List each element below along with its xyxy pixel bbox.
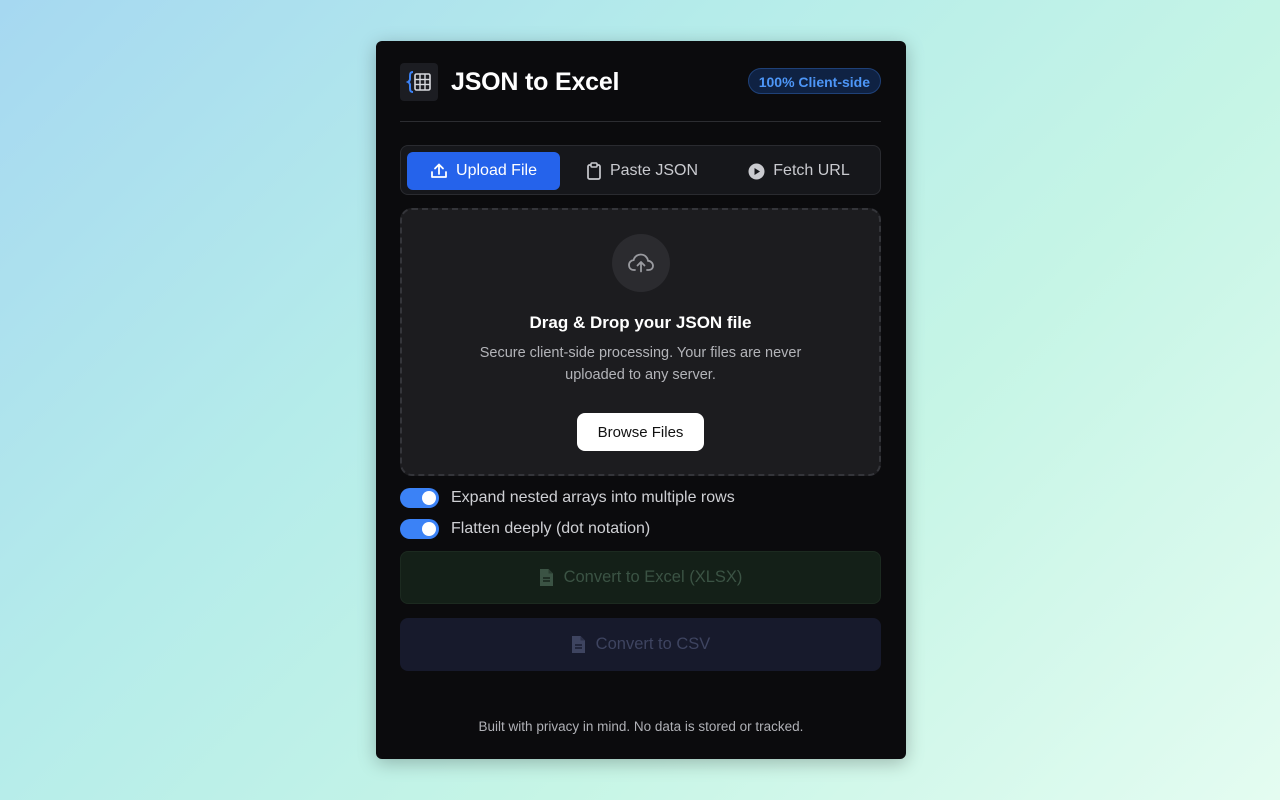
tab-paste-json[interactable]: Paste JSON [569,152,715,190]
dropzone-description: Secure client-side processing. Your file… [479,345,802,383]
tab-label: Fetch URL [773,162,850,179]
converter-panel: JSON to Excel 100% Client-side Upload Fi… [376,41,906,759]
option-flatten-deeply: Flatten deeply (dot notation) [400,518,650,540]
convert-csv-label: Convert to CSV [595,635,711,653]
convert-csv-button[interactable]: Convert to CSV [400,618,881,671]
tab-fetch-url[interactable]: Fetch URL [725,152,873,190]
option-expand-arrays: Expand nested arrays into multiple rows [400,487,735,509]
tab-upload-file[interactable]: Upload File [407,152,560,190]
client-side-badge: 100% Client-side [747,68,881,94]
tab-label: Paste JSON [609,162,699,179]
convert-xlsx-label: Convert to Excel (XLSX) [563,568,743,586]
flatten-deeply-toggle[interactable] [400,519,439,539]
expand-arrays-toggle[interactable] [400,488,439,508]
document-icon [571,636,585,653]
json-table-icon [406,71,431,93]
input-mode-tabs: Upload File Paste JSON Fetch URL [400,145,881,195]
tab-label: Upload File [456,162,537,179]
toggle-knob [422,491,436,505]
document-icon [539,569,553,586]
browse-files-button[interactable]: Browse Files [577,413,704,451]
option-label: Flatten deeply (dot notation) [451,520,651,537]
cloud-upload-icon [628,253,654,273]
convert-xlsx-button[interactable]: Convert to Excel (XLSX) [400,551,881,604]
app-title: JSON to Excel [451,68,620,96]
clipboard-icon [587,162,601,180]
dropzone-title: Drag & Drop your JSON file [529,313,752,332]
file-dropzone[interactable]: Drag & Drop your JSON file Secure client… [400,208,881,476]
option-label: Expand nested arrays into multiple rows [451,489,735,506]
privacy-footer: Built with privacy in mind. No data is s… [478,719,804,734]
upload-icon [431,163,447,178]
cloud-icon-badge [612,234,670,292]
toggle-knob [422,522,436,536]
app-logo [400,63,438,101]
play-circle-icon [748,163,765,179]
app-header: JSON to Excel 100% Client-side [400,63,881,122]
